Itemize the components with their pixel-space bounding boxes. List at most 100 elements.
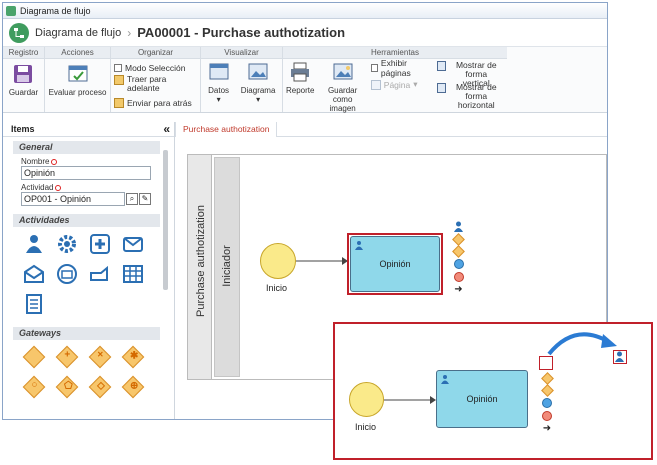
- data-icon: [209, 63, 229, 80]
- add-end-event-icon: [542, 411, 552, 421]
- bring-forward-icon: [114, 75, 124, 85]
- required-icon: [51, 158, 58, 165]
- send-mail-icon[interactable]: [122, 233, 144, 255]
- move-arrow-icon: [547, 332, 617, 356]
- lane-label: Iniciador: [221, 245, 233, 287]
- save-icon: [14, 65, 33, 83]
- cancel-gateway-icon[interactable]: ×: [88, 345, 112, 369]
- activities-grid: [23, 233, 174, 315]
- sequence-flow-arrow[interactable]: [296, 255, 348, 267]
- task-label: Opinión: [379, 259, 411, 269]
- add-gateway-icon[interactable]: [452, 233, 465, 246]
- ribbon-group-registro: Registro Guardar: [3, 47, 45, 112]
- checkbox-icon: [114, 63, 122, 72]
- complex-gateway-icon[interactable]: ✱: [121, 345, 145, 369]
- page-label: Página: [383, 79, 411, 90]
- save-as-image-label-1: Guardar como: [327, 86, 358, 104]
- clear-icon[interactable]: ✎: [139, 193, 151, 205]
- activity-label-text: Actividad: [21, 183, 54, 192]
- save-image-icon: [333, 63, 353, 80]
- show-vertical-label-1: Mostrar de forma: [455, 60, 497, 79]
- show-vertical-button[interactable]: Mostrar de forma vertical: [436, 60, 504, 88]
- show-horizontal-label: Mostrar de forma horizontal: [449, 83, 504, 110]
- diagram-view-button[interactable]: Diagrama ▾: [240, 61, 276, 110]
- section-actividades[interactable]: Actividades: [13, 214, 160, 227]
- user-task-icon: [355, 241, 363, 250]
- open-mail-icon[interactable]: [23, 263, 45, 285]
- script-task-icon[interactable]: [23, 293, 45, 315]
- collapse-panel-icon[interactable]: «: [163, 122, 170, 136]
- zoom-callout: Inicio Opinión ➜: [333, 322, 653, 460]
- ribbon-group-acciones: Acciones Evaluar proceso: [45, 47, 111, 112]
- tab-purchase-authotization[interactable]: Purchase authotization: [175, 122, 278, 137]
- flowchart-logo-icon: [9, 22, 29, 43]
- report-button[interactable]: Reporte: [286, 61, 314, 113]
- service-task-icon[interactable]: [56, 233, 78, 255]
- name-input[interactable]: Opinión: [21, 166, 151, 180]
- selection-mode-label: Modo Selección: [125, 62, 186, 73]
- user-task-icon[interactable]: [23, 233, 45, 255]
- add-parallel-gateway-icon[interactable]: [452, 245, 465, 258]
- app-small-icon: [6, 5, 16, 16]
- parallel-event-gateway-icon[interactable]: ⊕: [121, 375, 145, 399]
- exclusive-gateway-icon[interactable]: [22, 345, 46, 369]
- add-user-task-icon[interactable]: [453, 221, 464, 232]
- exclusive-event-gateway-icon[interactable]: ◇: [88, 375, 112, 399]
- vertical-layout-icon: [436, 61, 446, 71]
- start-event[interactable]: [260, 243, 296, 279]
- diagram-view-label: Diagrama: [240, 86, 276, 95]
- activity-input[interactable]: OP001 - Opinión: [21, 192, 125, 206]
- show-pages-checkbox[interactable]: Exhibir páginas: [370, 58, 431, 78]
- task-opinion[interactable]: Opinión: [350, 236, 440, 292]
- show-horizontal-button[interactable]: Mostrar de forma horizontal: [436, 83, 504, 110]
- add-intermediate-event-icon[interactable]: [453, 259, 464, 269]
- bring-forward-button[interactable]: Traer para adelante: [114, 75, 197, 95]
- bring-forward-label: Traer para adelante: [127, 75, 166, 93]
- page-icon: [370, 79, 381, 90]
- manual-task-icon[interactable]: [89, 263, 111, 285]
- dropdown-arrow-icon: ▾: [216, 95, 221, 104]
- search-icon[interactable]: ⌕: [126, 193, 138, 205]
- page-dropdown[interactable]: Página ▾: [370, 78, 431, 91]
- save-button[interactable]: Guardar: [9, 63, 38, 110]
- table-task-icon[interactable]: [122, 263, 144, 285]
- add-task-icon[interactable]: [89, 233, 111, 255]
- items-title: Items: [11, 124, 35, 134]
- data-view-button[interactable]: Datos ▾: [208, 61, 230, 110]
- items-panel-header: Items «: [3, 122, 174, 137]
- connector-arrow-icon[interactable]: ➜: [454, 285, 462, 295]
- bring-forward-label-2: adelante: [127, 83, 160, 93]
- receive-mail-icon[interactable]: [56, 263, 78, 285]
- add-intermediate-event-icon: [542, 398, 552, 408]
- send-backward-label: Enviar para atrás: [127, 97, 192, 108]
- section-gateways[interactable]: Gateways: [13, 327, 160, 340]
- section-general[interactable]: General: [13, 141, 160, 154]
- dropdown-arrow-icon: ▾: [256, 95, 261, 104]
- add-end-event-icon[interactable]: [453, 272, 464, 282]
- checkbox-icon: [370, 63, 378, 72]
- title-bar: Diagrama de flujo: [3, 3, 607, 19]
- pool-header[interactable]: Purchase authotization: [188, 155, 212, 379]
- inclusive-gateway-icon[interactable]: ○: [22, 375, 46, 399]
- zoom-empty-slot-highlight: [539, 356, 553, 370]
- name-label-text: Nombre: [21, 157, 50, 166]
- event-gateway-icon[interactable]: ⬠: [55, 375, 79, 399]
- save-as-image-button[interactable]: Guardar como imagen: [320, 61, 364, 113]
- panel-scrollbar[interactable]: [163, 150, 168, 290]
- selection-mode-checkbox[interactable]: Modo Selección: [114, 61, 197, 74]
- gateways-grid: + × ✱ ○ ⬠ ◇ ⊕: [22, 345, 174, 399]
- horizontal-layout-icon: [436, 83, 446, 93]
- selected-task-highlight: Opinión: [347, 233, 443, 295]
- show-pages-label: Exhibir páginas: [380, 57, 411, 78]
- breadcrumb-app[interactable]: Diagrama de flujo: [35, 27, 121, 39]
- lane-header[interactable]: Iniciador: [214, 157, 240, 377]
- send-backward-button[interactable]: Enviar para atrás: [114, 96, 197, 109]
- save-button-label: Guardar: [8, 88, 39, 97]
- header-bar: Diagrama de flujo › PA00001 - Purchase a…: [3, 19, 607, 47]
- evaluate-icon: [68, 65, 87, 82]
- report-label: Reporte: [286, 86, 315, 95]
- ribbon-group-visualizar: Visualizar Datos ▾ Diagrama ▾: [201, 47, 283, 112]
- parallel-gateway-icon[interactable]: +: [55, 345, 79, 369]
- pool-label: Purchase authotization: [195, 205, 207, 317]
- evaluate-process-button[interactable]: Evaluar proceso: [49, 63, 106, 110]
